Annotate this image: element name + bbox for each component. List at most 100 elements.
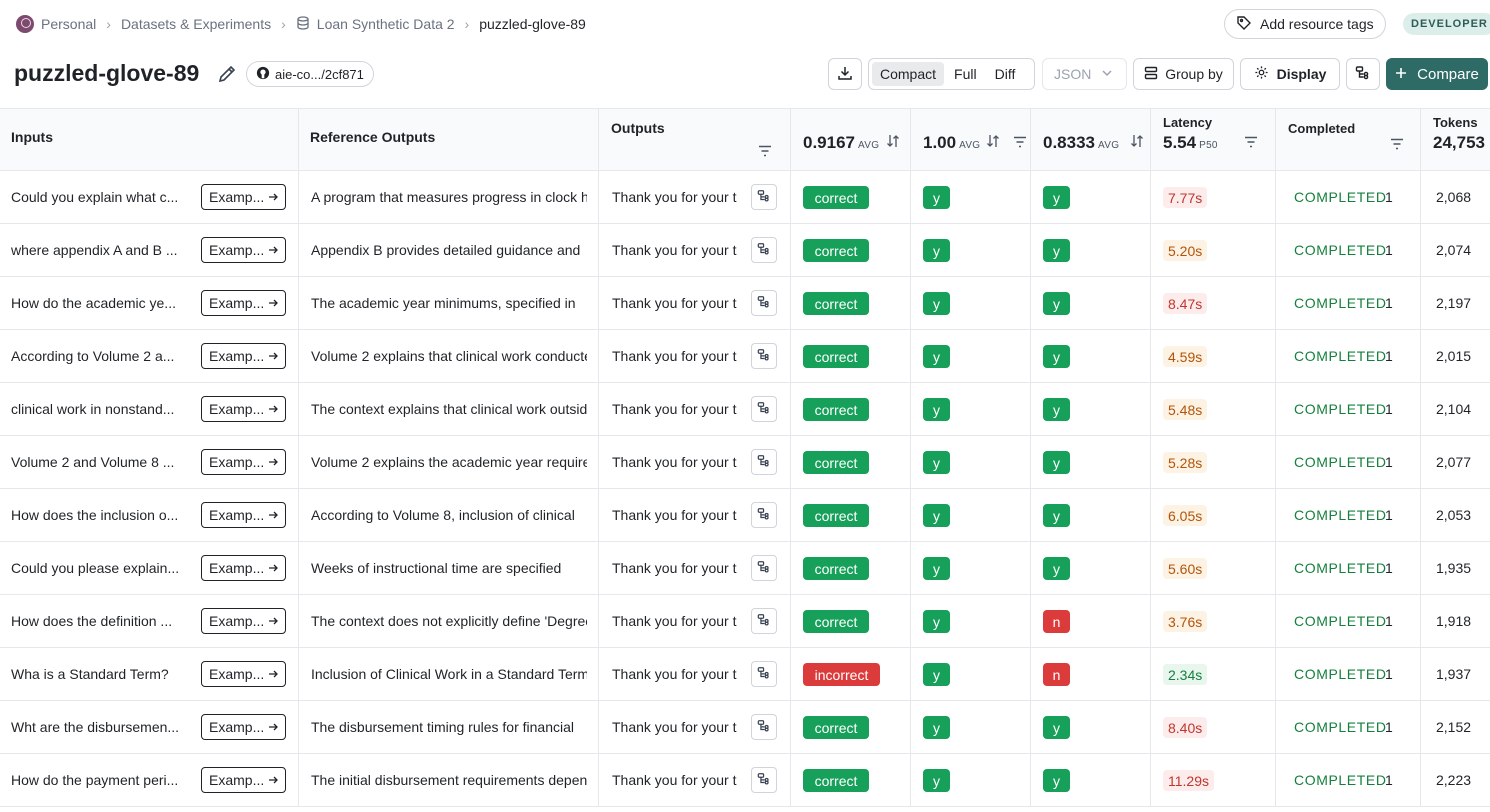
score-2-badge[interactable]: y bbox=[923, 239, 950, 262]
sort-icon[interactable] bbox=[886, 134, 900, 148]
score-3-badge[interactable]: y bbox=[1043, 239, 1070, 262]
open-trace-button[interactable] bbox=[751, 290, 777, 316]
grade-badge[interactable]: correct bbox=[803, 345, 869, 368]
score-2-badge[interactable]: y bbox=[923, 769, 950, 792]
score-3-badge[interactable]: n bbox=[1043, 663, 1070, 686]
score-2-badge[interactable]: y bbox=[923, 398, 950, 421]
example-link-button[interactable]: Examp... bbox=[201, 608, 286, 634]
filter-icon[interactable] bbox=[1013, 136, 1027, 148]
grade-badge[interactable]: correct bbox=[803, 398, 869, 421]
table-row[interactable]: clinical work in nonstand... Examp... bbox=[0, 383, 299, 436]
table-row[interactable]: Could you explain what c... Examp... bbox=[0, 171, 299, 224]
display-button[interactable]: Display bbox=[1240, 58, 1340, 90]
grade-badge[interactable]: correct bbox=[803, 451, 869, 474]
breadcrumb-datasets[interactable]: Datasets & Experiments bbox=[121, 16, 271, 32]
table-row[interactable]: How does the definition ... Examp... bbox=[0, 595, 299, 648]
example-link-button[interactable]: Examp... bbox=[201, 661, 286, 687]
column-header-score-2[interactable]: 1.00 AVG bbox=[911, 109, 1031, 171]
example-link-button[interactable]: Examp... bbox=[201, 184, 286, 210]
filter-icon[interactable] bbox=[758, 145, 772, 157]
grade-badge[interactable]: correct bbox=[803, 716, 869, 739]
column-header-score-3[interactable]: 0.8333 AVG bbox=[1031, 109, 1151, 171]
example-link-button[interactable]: Examp... bbox=[201, 767, 286, 793]
table-row[interactable]: Could you please explain... Examp... bbox=[0, 542, 299, 595]
score-3-badge[interactable]: y bbox=[1043, 345, 1070, 368]
example-link-button[interactable]: Examp... bbox=[201, 449, 286, 475]
score-3-badge[interactable]: y bbox=[1043, 716, 1070, 739]
breadcrumb-dataset[interactable]: Loan Synthetic Data 2 bbox=[317, 16, 455, 32]
score-2-badge[interactable]: y bbox=[923, 716, 950, 739]
open-trace-button[interactable] bbox=[751, 767, 777, 793]
score-3-badge[interactable]: y bbox=[1043, 186, 1070, 209]
sort-icon[interactable] bbox=[1130, 134, 1144, 148]
view-diff[interactable]: Diff bbox=[987, 62, 1024, 86]
example-link-button[interactable]: Examp... bbox=[201, 237, 286, 263]
table-row[interactable]: Volume 2 and Volume 8 ... Examp... bbox=[0, 436, 299, 489]
open-trace-button[interactable] bbox=[751, 608, 777, 634]
table-row[interactable]: How do the payment peri... Examp... bbox=[0, 754, 299, 807]
table-row[interactable]: where appendix A and B ... Examp... bbox=[0, 224, 299, 277]
column-header-outputs[interactable]: Outputs bbox=[599, 109, 791, 171]
add-resource-tags-button[interactable]: Add resource tags bbox=[1224, 9, 1386, 39]
example-link-button[interactable]: Examp... bbox=[201, 396, 286, 422]
example-link-button[interactable]: Examp... bbox=[201, 714, 286, 740]
pencil-icon[interactable] bbox=[216, 63, 238, 85]
score-3-badge[interactable]: y bbox=[1043, 557, 1070, 580]
example-link-button[interactable]: Examp... bbox=[201, 290, 286, 316]
filter-icon[interactable] bbox=[1244, 136, 1258, 148]
view-compact[interactable]: Compact bbox=[872, 62, 945, 86]
table-row[interactable]: Wht are the disbursemen... Examp... bbox=[0, 701, 299, 754]
open-trace-button[interactable] bbox=[751, 661, 777, 687]
score-3-badge[interactable]: y bbox=[1043, 292, 1070, 315]
grade-badge[interactable]: correct bbox=[803, 186, 869, 209]
open-trace-button[interactable] bbox=[751, 555, 777, 581]
table-row[interactable]: How does the inclusion o... Examp... bbox=[0, 489, 299, 542]
table-row[interactable]: Wha is a Standard Term? Examp... bbox=[0, 648, 299, 701]
example-link-button[interactable]: Examp... bbox=[201, 555, 286, 581]
score-2-badge[interactable]: y bbox=[923, 451, 950, 474]
example-link-button[interactable]: Examp... bbox=[201, 343, 286, 369]
grade-badge[interactable]: correct bbox=[803, 610, 869, 633]
grade-badge[interactable]: correct bbox=[803, 239, 869, 262]
score-2-badge[interactable]: y bbox=[923, 345, 950, 368]
grade-badge[interactable]: correct bbox=[803, 769, 869, 792]
open-trace-button[interactable] bbox=[751, 343, 777, 369]
grade-badge[interactable]: incorrect bbox=[803, 663, 880, 686]
score-3-badge[interactable]: n bbox=[1043, 610, 1070, 633]
filter-icon[interactable] bbox=[1390, 138, 1404, 150]
column-header-latency[interactable]: Latency 5.54 P50 bbox=[1151, 109, 1276, 171]
commit-link[interactable]: aie-co.../2cf871 bbox=[246, 61, 374, 87]
score-2-badge[interactable]: y bbox=[923, 186, 950, 209]
open-trace-button[interactable] bbox=[751, 396, 777, 422]
format-select[interactable]: JSON bbox=[1042, 58, 1127, 90]
score-3-badge[interactable]: y bbox=[1043, 769, 1070, 792]
grade-badge[interactable]: correct bbox=[803, 292, 869, 315]
open-trace-button[interactable] bbox=[751, 502, 777, 528]
grade-badge[interactable]: correct bbox=[803, 504, 869, 527]
column-header-tokens[interactable]: Tokens 24,753 bbox=[1421, 109, 1490, 171]
score-2-badge[interactable]: y bbox=[923, 610, 950, 633]
score-2-badge[interactable]: y bbox=[923, 504, 950, 527]
open-trace-button[interactable] bbox=[751, 449, 777, 475]
score-3-badge[interactable]: y bbox=[1043, 504, 1070, 527]
compare-button[interactable]: Compare bbox=[1386, 58, 1488, 90]
column-header-score-1[interactable]: 0.9167 AVG bbox=[791, 109, 911, 171]
sort-icon[interactable] bbox=[986, 134, 1000, 148]
example-link-button[interactable]: Examp... bbox=[201, 502, 286, 528]
column-header-inputs[interactable]: Inputs bbox=[0, 109, 299, 171]
score-2-badge[interactable]: y bbox=[923, 663, 950, 686]
grade-badge[interactable]: correct bbox=[803, 557, 869, 580]
column-header-status[interactable]: Completed bbox=[1276, 109, 1421, 171]
table-row[interactable]: According to Volume 2 a... Examp... bbox=[0, 330, 299, 383]
group-by-button[interactable]: Group by bbox=[1133, 58, 1234, 90]
score-3-badge[interactable]: y bbox=[1043, 398, 1070, 421]
open-trace-button[interactable] bbox=[751, 714, 777, 740]
open-trace-button[interactable] bbox=[751, 184, 777, 210]
column-header-reference[interactable]: Reference Outputs bbox=[299, 109, 599, 171]
open-trace-button[interactable] bbox=[751, 237, 777, 263]
score-3-badge[interactable]: y bbox=[1043, 451, 1070, 474]
score-2-badge[interactable]: y bbox=[923, 292, 950, 315]
user-avatar-icon[interactable] bbox=[16, 15, 34, 33]
view-full[interactable]: Full bbox=[946, 62, 985, 86]
score-2-badge[interactable]: y bbox=[923, 557, 950, 580]
